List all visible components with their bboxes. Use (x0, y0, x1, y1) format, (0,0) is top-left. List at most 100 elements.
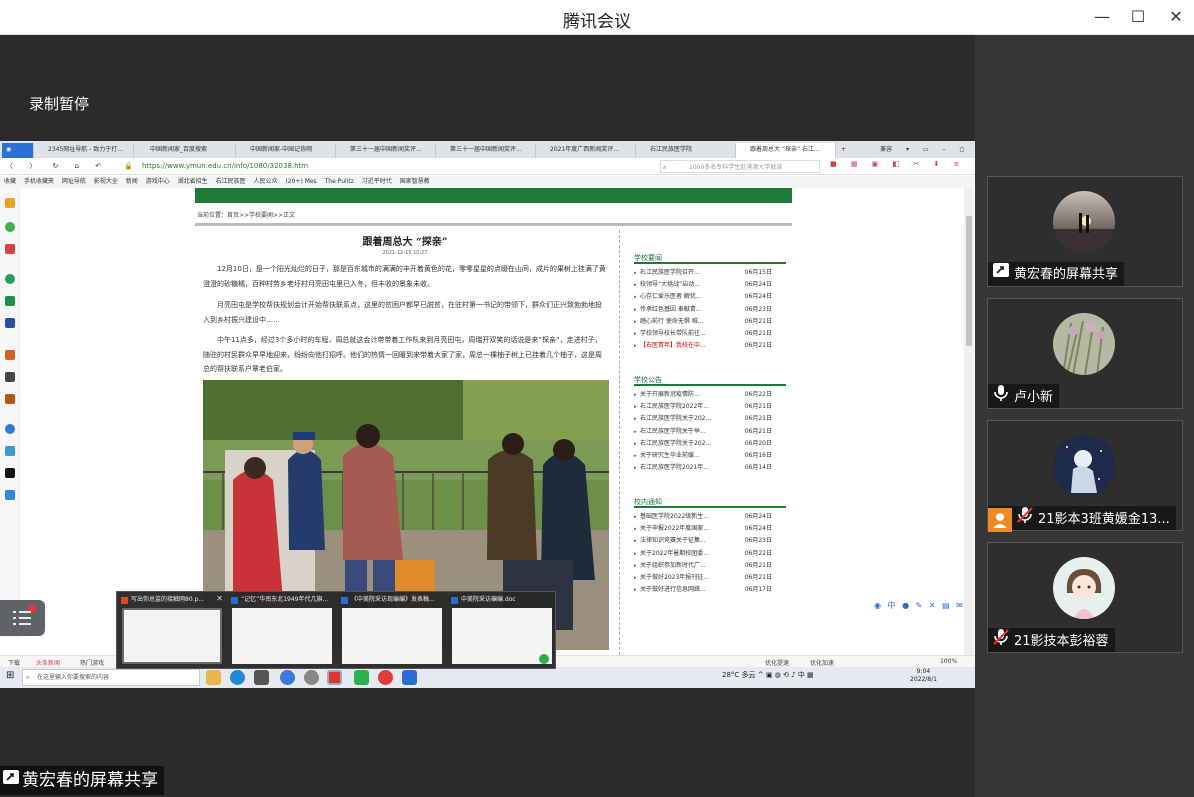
sidebar-star-icon[interactable] (5, 198, 15, 208)
notice-item[interactable]: 关于研究生毕业前缓...06月16日 (634, 450, 786, 462)
sidebar-app-icon[interactable] (5, 446, 15, 456)
bookmark-item[interactable]: 新闻 (126, 178, 138, 185)
page-scrollbar[interactable] (964, 188, 974, 658)
notice-item[interactable]: 关于组织参加新时代广...06月21日 (634, 560, 786, 572)
sidebar-app-icon[interactable] (5, 490, 15, 500)
wps-icon[interactable] (327, 670, 342, 685)
sidebar-app-icon[interactable] (5, 318, 15, 328)
browser-tab[interactable]: 第三十一届中国新闻奖评... (436, 143, 536, 158)
zoom-level[interactable]: 100% (940, 658, 957, 665)
sidebar-app-icon[interactable] (5, 274, 15, 284)
floating-menu-button[interactable] (0, 600, 45, 636)
new-tab-icon[interactable]: + (838, 143, 852, 158)
sidebar-tiktok-icon[interactable] (5, 468, 15, 478)
window-thumbnail[interactable]: “记忆”华南东北1949年代几旗... (229, 594, 335, 668)
notice-item[interactable]: 右江民族医学院关于202...06月20日 (634, 438, 786, 450)
windows-start-icon[interactable]: ⊞ (6, 670, 14, 681)
bookmark-item[interactable]: 习近平时代 (362, 178, 392, 185)
news-item[interactable]: 【右医青年】我校在中...06月21日 (634, 340, 786, 352)
bookmark-item[interactable]: 影视大全 (94, 178, 118, 185)
browser-tab[interactable]: 第三十一届中国新闻奖评... (336, 143, 436, 158)
bookmark-item[interactable]: 湖北省招生 (178, 178, 208, 185)
participant-tile[interactable]: 卢小新 (987, 298, 1183, 409)
notice-item[interactable]: 关于申报2022年度国家...06月24日 (634, 523, 786, 535)
news-item[interactable]: 心存仁爱乐医者 解忧...06月24日 (634, 291, 786, 303)
bookmark-item[interactable]: 手机收藏夹 (24, 178, 54, 185)
notice-item[interactable]: 基础医学院2022级新生...06月24日 (634, 511, 786, 523)
notice-item[interactable]: 关于做好2023年报刊征...06月21日 (634, 572, 786, 584)
status-item[interactable]: 优化加速 (810, 658, 834, 667)
notice-item[interactable]: 法律知识竞赛关于征集...06月23日 (634, 535, 786, 547)
news-item[interactable]: 右江民族医学院召开...06月15日 (634, 267, 786, 279)
taskbar-search-input[interactable]: ⌕ 在这里输入你要搜索的内容 (22, 669, 200, 686)
browser-sidebar (0, 188, 20, 638)
sidebar-game-icon[interactable] (5, 372, 15, 382)
news-item[interactable]: 传承红色基因 奉献青...06月23日 (634, 304, 786, 316)
window-thumbnail[interactable]: 写出你总监的接触网80.p... ✕ (119, 594, 225, 668)
sidebar-app-icon[interactable] (5, 424, 15, 434)
notice-item[interactable]: 关于开展新冠疫情防...06月22日 (634, 389, 786, 401)
notice-item[interactable]: 关于做好进行信息网络...06月17日 (634, 584, 786, 596)
app-icon[interactable] (304, 670, 319, 685)
toolbar-icons[interactable]: ■ ▦ ▣ ◧ ✂ ⬇ ≡ (830, 160, 965, 168)
browser-tab[interactable]: 中国新闻家_百度搜索 (136, 143, 236, 158)
notice-item[interactable]: 右江民族医学院2021年...06月14日 (634, 462, 786, 474)
status-item[interactable]: 下载 (8, 658, 20, 667)
notice-item[interactable]: 右江民族医学院关于202...06月21日 (634, 413, 786, 425)
participant-tile[interactable]: 21影技本彭裕蓉 (987, 542, 1183, 653)
system-tray[interactable]: 28°C 多云 ^ ▣ ◍ ⟲ ♪ 中 ▦ (722, 670, 814, 680)
participant-tile[interactable]: 21影本3班黄媛金13... (987, 420, 1183, 532)
close-icon[interactable]: ✕ (216, 594, 223, 603)
notice-item[interactable]: 右江民族医学院关于举...06月21日 (634, 426, 786, 438)
bookmark-item[interactable]: 右江民族医 (216, 178, 246, 185)
browser-icon[interactable] (280, 670, 295, 685)
notice-item[interactable]: 关于2022年暑期校团委...06月22日 (634, 548, 786, 560)
bookmark-item[interactable]: 国家智慧教 (400, 178, 430, 185)
browser-tab[interactable]: 中国新闻家-中国记协网 (236, 143, 336, 158)
browser-logo-icon[interactable]: ◉ (2, 143, 34, 158)
bookmark-item[interactable]: 游戏中心 (146, 178, 170, 185)
bookmark-item[interactable]: 人民公众 (254, 178, 278, 185)
url-input[interactable]: 🔒 https://www.ymun.edu.cn/info/1080/32038… (120, 160, 620, 173)
browser-tab[interactable]: 2345网址导航 - 致力于打... (34, 143, 134, 158)
tencent-meeting-icon[interactable] (402, 670, 417, 685)
window-thumbnail[interactable]: 中美院采访编编.doc (449, 594, 555, 668)
scrollbar-thumb[interactable] (966, 216, 972, 346)
bookmark-item[interactable]: The Pulitz (325, 178, 354, 185)
bookmark-item[interactable]: (20+) Mes (285, 178, 316, 185)
sidebar-game-icon[interactable] (5, 394, 15, 404)
news-item[interactable]: 学校领导校长带队前往...06月21日 (634, 328, 786, 340)
bookmark-item[interactable]: 网址导航 (62, 178, 86, 185)
window-thumbnail[interactable]: 《中美院采访现编编》发表稿... (339, 594, 445, 668)
floating-toolbar-icons[interactable]: ◉ 中 ● ✎ ✕ ▤ ✉ ⚙ (874, 600, 967, 611)
notice-item[interactable]: 右江民族医学院2022年...06月21日 (634, 401, 786, 413)
wechat-icon[interactable] (354, 670, 369, 685)
sidebar-wechat-icon[interactable] (5, 222, 15, 232)
maximize-button[interactable]: ☐ (1123, 5, 1153, 29)
status-item[interactable]: 热门游戏 (80, 658, 104, 667)
store-icon[interactable] (254, 670, 269, 685)
participant-tile[interactable]: 黄宏春的屏幕共享 (987, 176, 1183, 287)
minimize-button[interactable]: — (1087, 5, 1117, 29)
sidebar-app-icon[interactable] (5, 244, 15, 254)
app-icon[interactable] (378, 670, 393, 685)
bookmark-item[interactable]: 收藏 (4, 178, 16, 185)
browser-tab[interactable]: 2021年度广西新闻奖评... (536, 143, 636, 158)
search-input[interactable]: ⌕ 1000多名专科学生赴港澳大学就读 (660, 160, 820, 173)
browser-tab-active[interactable]: 跟着周总大 “探亲” 右江... (736, 143, 836, 158)
compat-mode-label[interactable]: 兼容 (880, 143, 900, 158)
file-explorer-icon[interactable] (206, 670, 221, 685)
browser-tab[interactable]: 右江民族医学院 (636, 143, 736, 158)
sidebar-game-icon[interactable] (5, 350, 15, 360)
article-title: 跟着周总大 “探亲” (362, 237, 448, 248)
status-item[interactable]: 头条新闻 (36, 658, 60, 667)
nav-buttons[interactable]: 〈 〉 ↻ ⌂ ↶ (6, 161, 108, 171)
window-controls[interactable]: ▾ ▭ – ◻ ✕ (906, 143, 972, 158)
clock[interactable]: 9:04 2022/8/1 (910, 668, 937, 684)
news-item[interactable]: 校领导“大挑战”启动...06月24日 (634, 279, 786, 291)
close-button[interactable]: ✕ (1161, 5, 1191, 29)
news-item[interactable]: 踏心前行 使命无惧 唯...06月21日 (634, 316, 786, 328)
sidebar-app-icon[interactable] (5, 296, 15, 306)
status-item[interactable]: 优化提速 (765, 658, 789, 667)
edge-icon[interactable] (230, 670, 245, 685)
